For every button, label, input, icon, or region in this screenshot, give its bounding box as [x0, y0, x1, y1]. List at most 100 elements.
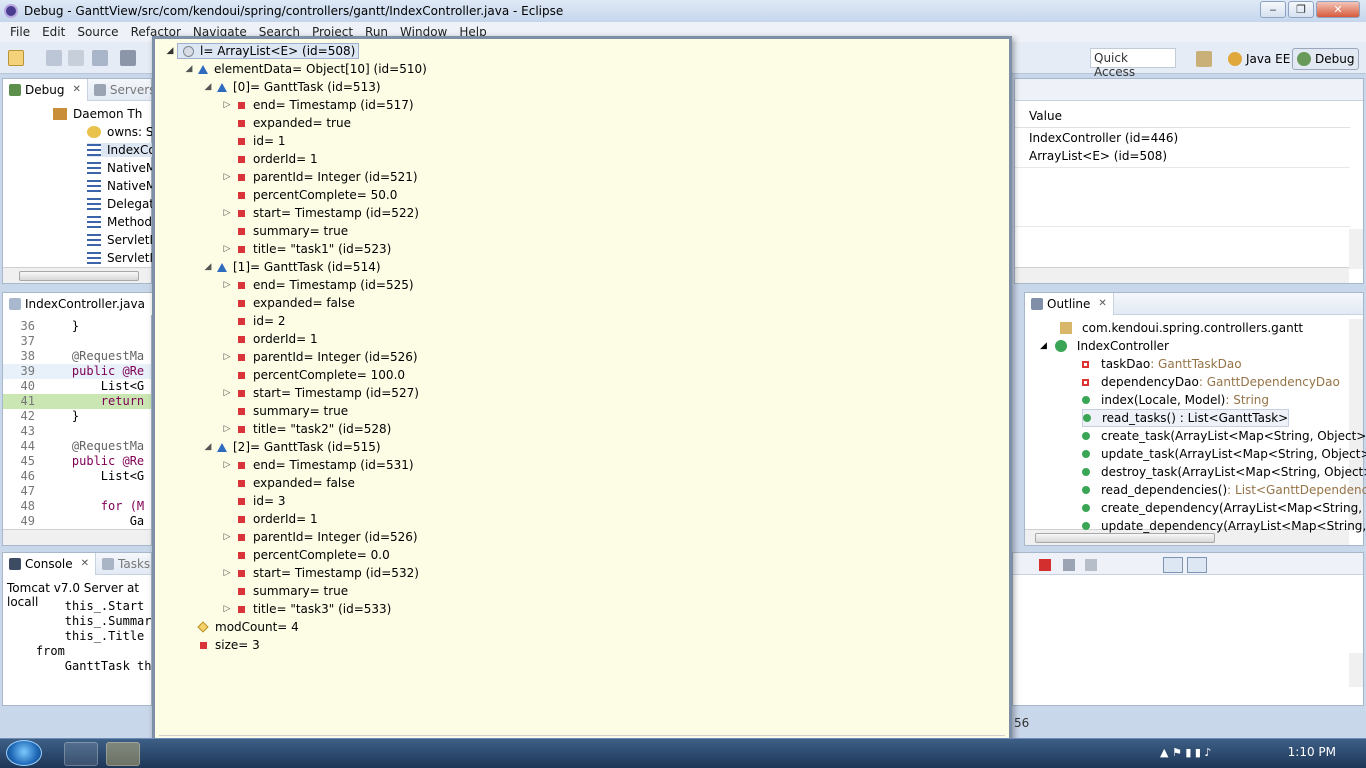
variable-tree-row[interactable]: summary= true	[220, 582, 348, 600]
menu-edit[interactable]: Edit	[42, 25, 65, 39]
variable-tree-row[interactable]: ◢ [2]= GanttTask (id=515)	[201, 438, 381, 456]
outline-member[interactable]: update_dependency(ArrayList<Map<String, …	[1082, 517, 1366, 535]
clock[interactable]: 1:10 PM	[1288, 745, 1336, 759]
code-line[interactable]: 46 List<G	[3, 469, 151, 484]
debug-tree-item[interactable]: IndexCo	[87, 143, 156, 157]
outline-member[interactable]: create_task(ArrayList<Map<String, Object…	[1082, 427, 1366, 445]
outline-member[interactable]: taskDao : GanttTaskDao	[1082, 355, 1242, 373]
code-line[interactable]: 38 @RequestMa	[3, 349, 151, 364]
tab-console[interactable]: Console ✕	[3, 552, 97, 575]
code-line[interactable]: 44 @RequestMa	[3, 439, 151, 454]
code-line[interactable]: 36 }	[3, 319, 151, 334]
close-tab-icon[interactable]: ✕	[81, 558, 89, 569]
variable-tree-row[interactable]: orderId= 1	[220, 330, 318, 348]
save-all-icon[interactable]	[68, 50, 84, 66]
expand-icon[interactable]: ▷	[220, 460, 234, 470]
variable-tree-row[interactable]: summary= true	[220, 222, 348, 240]
variable-tree-row[interactable]: ▷ end= Timestamp (id=525)	[220, 276, 414, 294]
variables-vscroll[interactable]	[1349, 229, 1363, 269]
show-console-icon[interactable]	[1163, 557, 1183, 573]
expand-icon[interactable]: ◢	[1040, 341, 1047, 351]
variable-tree-row[interactable]: ▷ title= "task2" (id=528)	[220, 420, 392, 438]
variable-tree-row[interactable]: modCount= 4	[182, 618, 299, 636]
collapse-icon[interactable]: ◢	[182, 64, 196, 74]
variable-tree-row[interactable]: expanded= false	[220, 474, 355, 492]
variable-tree-row[interactable]: ▷ start= Timestamp (id=527)	[220, 384, 419, 402]
new-icon[interactable]	[8, 50, 24, 66]
code-line[interactable]: 40 List<G	[3, 379, 151, 394]
variable-tree-row[interactable]: ▷ end= Timestamp (id=531)	[220, 456, 414, 474]
maximize-button[interactable]: ❐	[1288, 1, 1314, 18]
skip-breakpoints-icon[interactable]	[120, 50, 136, 66]
expand-icon[interactable]: ▷	[220, 244, 234, 254]
debug-tree-item[interactable]: owns: So	[87, 125, 161, 139]
variable-tree-row[interactable]: id= 1	[220, 132, 285, 150]
expand-icon[interactable]: ▷	[220, 172, 234, 182]
debug-tree-item[interactable]: ServletIn	[87, 251, 161, 265]
tray-icons[interactable]: ▲ ⚑ ▮ ▮ ♪	[1160, 746, 1211, 759]
editor-hscroll[interactable]	[3, 529, 151, 545]
variables-hscroll[interactable]	[1015, 267, 1349, 283]
perspective-debug[interactable]: Debug	[1292, 48, 1360, 70]
variable-tree-row[interactable]: ▷ start= Timestamp (id=522)	[220, 204, 419, 222]
tab-indexcontroller[interactable]: IndexController.java ✕	[3, 292, 169, 315]
save-icon[interactable]	[46, 50, 62, 66]
code-line[interactable]: 39 public @Re	[3, 364, 151, 379]
variable-tree-row[interactable]: ◢ [0]= GanttTask (id=513)	[201, 78, 381, 96]
variable-tree-row[interactable]: ◢ [1]= GanttTask (id=514)	[201, 258, 381, 276]
print-icon[interactable]	[92, 50, 108, 66]
variable-tree-row[interactable]: ▷ title= "task1" (id=523)	[220, 240, 392, 258]
outline-member[interactable]: index(Locale, Model) : String	[1082, 391, 1269, 409]
tab-outline[interactable]: Outline ✕	[1025, 292, 1114, 315]
variable-tree-row[interactable]: expanded= false	[220, 294, 355, 312]
explorer-icon[interactable]	[106, 742, 140, 766]
variable-tree-row[interactable]: percentComplete= 50.0	[220, 186, 397, 204]
debug-tree-item[interactable]: ServletIn	[87, 233, 161, 247]
expand-icon[interactable]: ▷	[220, 100, 234, 110]
outline-member[interactable]: update_task(ArrayList<Map<String, Object…	[1082, 445, 1366, 463]
quick-access-input[interactable]: Quick Access	[1090, 48, 1176, 79]
variable-tree-row[interactable]: size= 3	[182, 636, 260, 654]
variable-tree-row[interactable]: expanded= true	[220, 114, 351, 132]
variable-value[interactable]: IndexController (id=446)	[1029, 131, 1178, 145]
outline-class[interactable]: ◢ IndexController	[1040, 337, 1169, 355]
variable-tree-row[interactable]: percentComplete= 100.0	[220, 366, 405, 384]
variable-tree-row[interactable]: ▷ parentId= Integer (id=521)	[220, 168, 418, 186]
close-tab-icon[interactable]: ✕	[1098, 298, 1106, 309]
start-button[interactable]	[6, 740, 42, 766]
debug-tree-item[interactable]: NativeM	[87, 161, 156, 175]
menu-file[interactable]: File	[10, 25, 30, 39]
expand-icon[interactable]: ▷	[220, 532, 234, 542]
code-line[interactable]: 45 public @Re	[3, 454, 151, 469]
outline-member[interactable]: dependencyDao : GanttDependencyDao	[1082, 373, 1340, 391]
outline-package[interactable]: com.kendoui.spring.controllers.gantt	[1060, 319, 1303, 337]
code-line[interactable]: 48 for (M	[3, 499, 151, 514]
variable-tree-row[interactable]: ▷ title= "task3" (id=533)	[220, 600, 392, 618]
variable-tree-row[interactable]: ▷ parentId= Integer (id=526)	[220, 528, 418, 546]
outline-member[interactable]: read_tasks() : List<GanttTask>	[1082, 409, 1290, 427]
menu-source[interactable]: Source	[77, 25, 118, 39]
collapse-icon[interactable]: ◢	[201, 262, 215, 272]
variable-tree-row[interactable]: ◢ elementData= Object[10] (id=510)	[182, 60, 427, 78]
close-button[interactable]: ✕	[1316, 1, 1360, 18]
outline-member[interactable]: create_dependency(ArrayList<Map<String, …	[1082, 499, 1366, 517]
remove-all-icon[interactable]	[1085, 559, 1097, 571]
variable-tree-row[interactable]: id= 3	[220, 492, 285, 510]
expand-icon[interactable]: ◢	[163, 46, 177, 56]
expand-icon[interactable]: ▷	[220, 388, 234, 398]
minimize-button[interactable]: ‒	[1260, 1, 1286, 18]
expand-icon[interactable]: ▷	[220, 568, 234, 578]
tab-tasks[interactable]: Tasks	[96, 553, 156, 575]
variable-tree-row[interactable]: id= 2	[220, 312, 285, 330]
outline-member[interactable]: destroy_task(ArrayList<Map<String, Objec…	[1082, 463, 1366, 481]
outline-member[interactable]: read_dependencies() : List<GanttDependen…	[1082, 481, 1366, 499]
debug-tree-item[interactable]: Delegati	[87, 197, 157, 211]
code-line[interactable]: 43	[3, 424, 151, 439]
ie-icon[interactable]	[64, 742, 98, 766]
debug-tree-item[interactable]: Daemon Th	[53, 107, 142, 121]
expand-icon[interactable]: ▷	[220, 208, 234, 218]
show-error-console-icon[interactable]	[1187, 557, 1207, 573]
expand-icon[interactable]: ▷	[220, 424, 234, 434]
code-line[interactable]: 41 return	[3, 394, 151, 409]
variable-tree-row[interactable]: ▷ parentId= Integer (id=526)	[220, 348, 418, 366]
